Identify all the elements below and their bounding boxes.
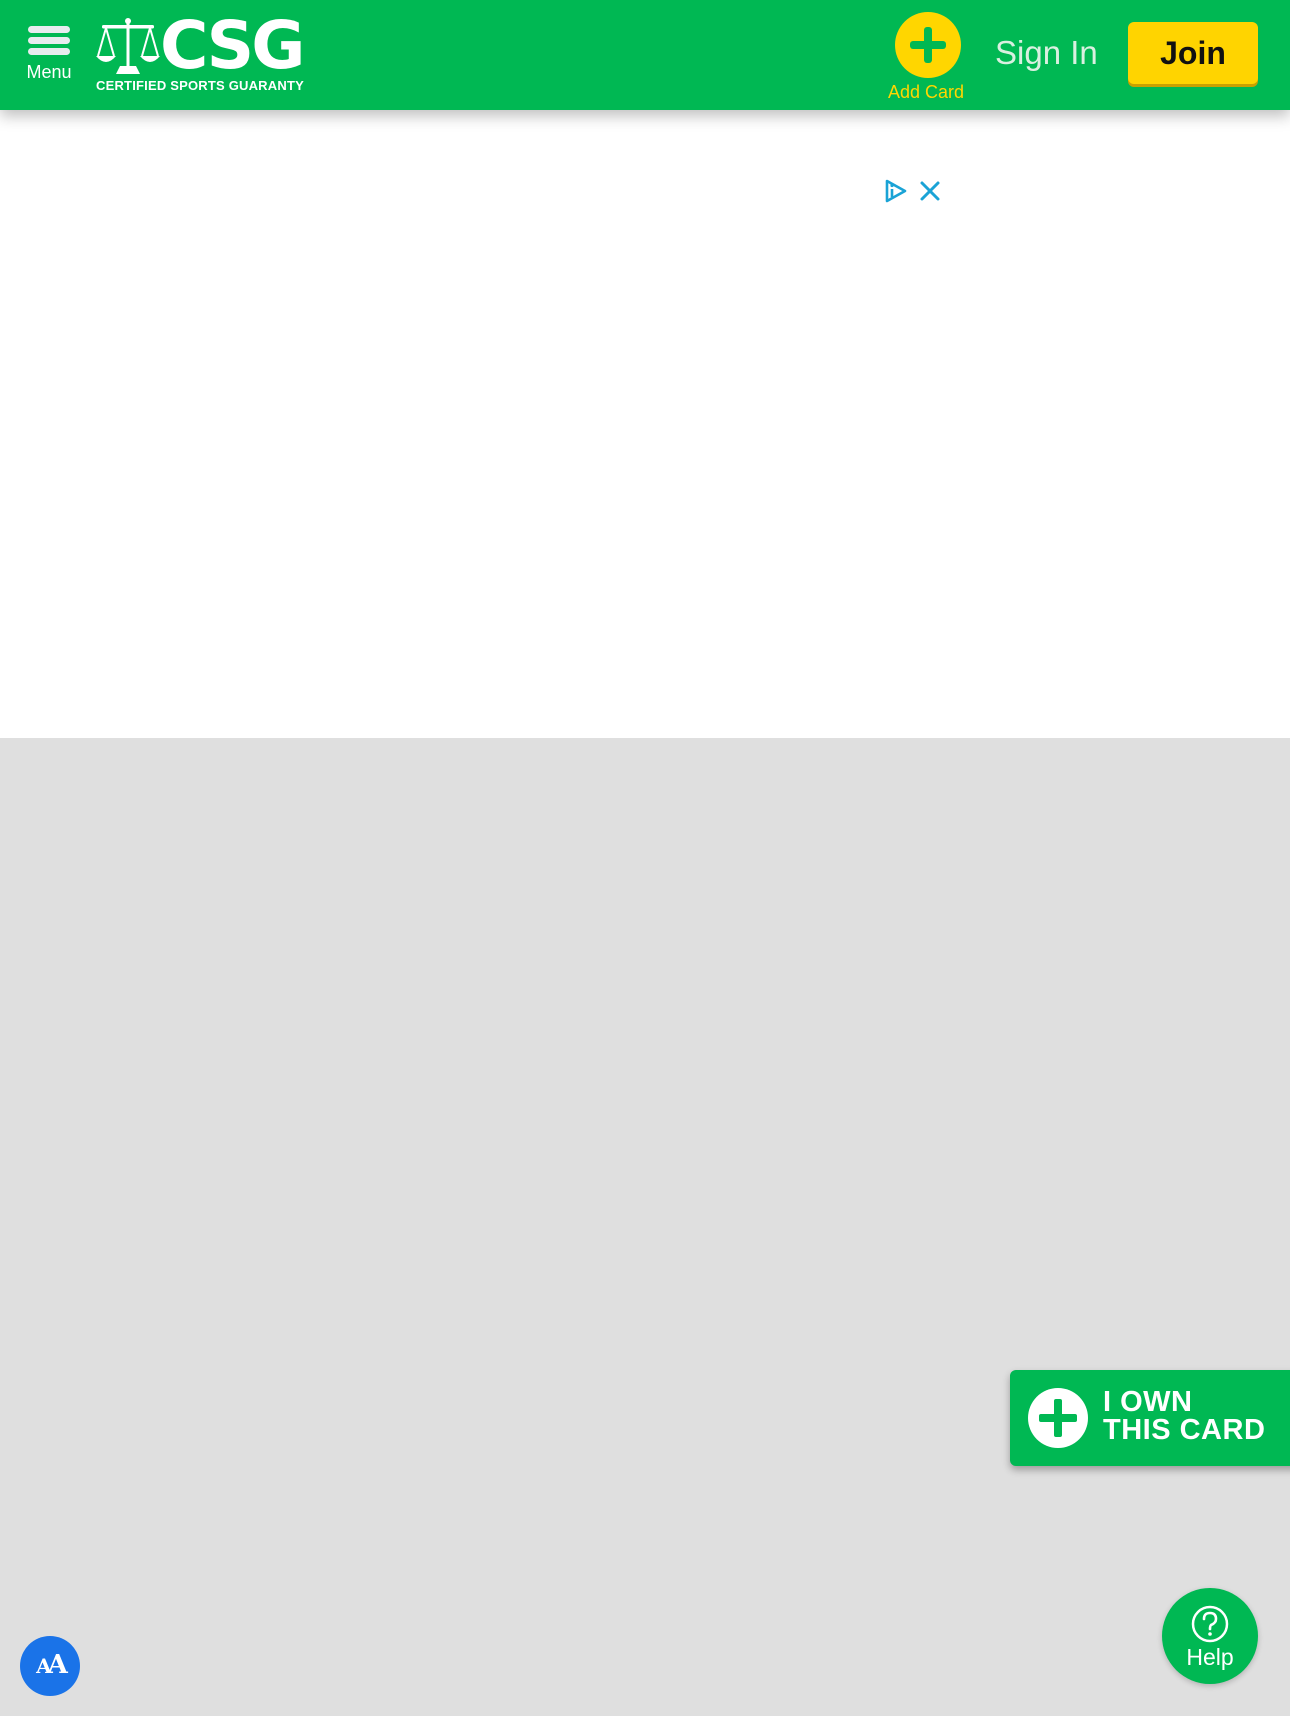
own-card-line1: I OWN: [1103, 1386, 1193, 1418]
text-size-icon-small: A: [36, 1654, 51, 1678]
menu-button[interactable]: Menu: [20, 22, 78, 94]
hamburger-icon: [28, 26, 70, 33]
own-card-text: I OWN THIS CARD: [1103, 1386, 1266, 1446]
question-mark-icon: [1191, 1605, 1229, 1643]
i-own-this-card-button[interactable]: I OWN THIS CARD: [1010, 1370, 1290, 1466]
own-card-line2: THIS CARD: [1103, 1414, 1266, 1446]
ad-slot[interactable]: [355, 170, 940, 690]
plus-icon: [1039, 1399, 1077, 1437]
menu-label: Menu: [26, 62, 72, 82]
hamburger-icon-bar: [28, 48, 70, 55]
ad-banner-area: [0, 110, 1290, 738]
add-card-label: Add Card: [888, 82, 965, 102]
site-header: Menu CSG ™ CERTIFIED SPORTS GUARANTY Add…: [0, 0, 1290, 110]
text-size-icon: AA: [20, 1650, 80, 1680]
adchoices-icon[interactable]: [883, 178, 909, 209]
logo-trademark: ™: [284, 18, 296, 32]
logo-wordmark: CSG: [160, 7, 305, 84]
logo-tagline: CERTIFIED SPORTS GUARANTY: [96, 78, 304, 93]
add-card-button[interactable]: Add Card: [888, 12, 964, 103]
help-label: Help: [1186, 1644, 1234, 1670]
close-icon[interactable]: [917, 178, 943, 209]
hamburger-icon-bar: [28, 37, 70, 44]
accessibility-button[interactable]: AA: [20, 1636, 80, 1696]
join-button[interactable]: Join: [1128, 22, 1258, 84]
csg-logo[interactable]: CSG ™ CERTIFIED SPORTS GUARANTY: [94, 10, 305, 96]
sign-in-link[interactable]: Sign In: [995, 34, 1098, 72]
text-size-icon-big: A: [47, 1650, 68, 1680]
add-card-circle: [895, 12, 962, 78]
help-button[interactable]: Help: [1162, 1588, 1258, 1684]
plus-icon: [910, 27, 947, 63]
own-card-circle: [1028, 1388, 1088, 1448]
scales-of-justice-icon: [96, 18, 160, 74]
